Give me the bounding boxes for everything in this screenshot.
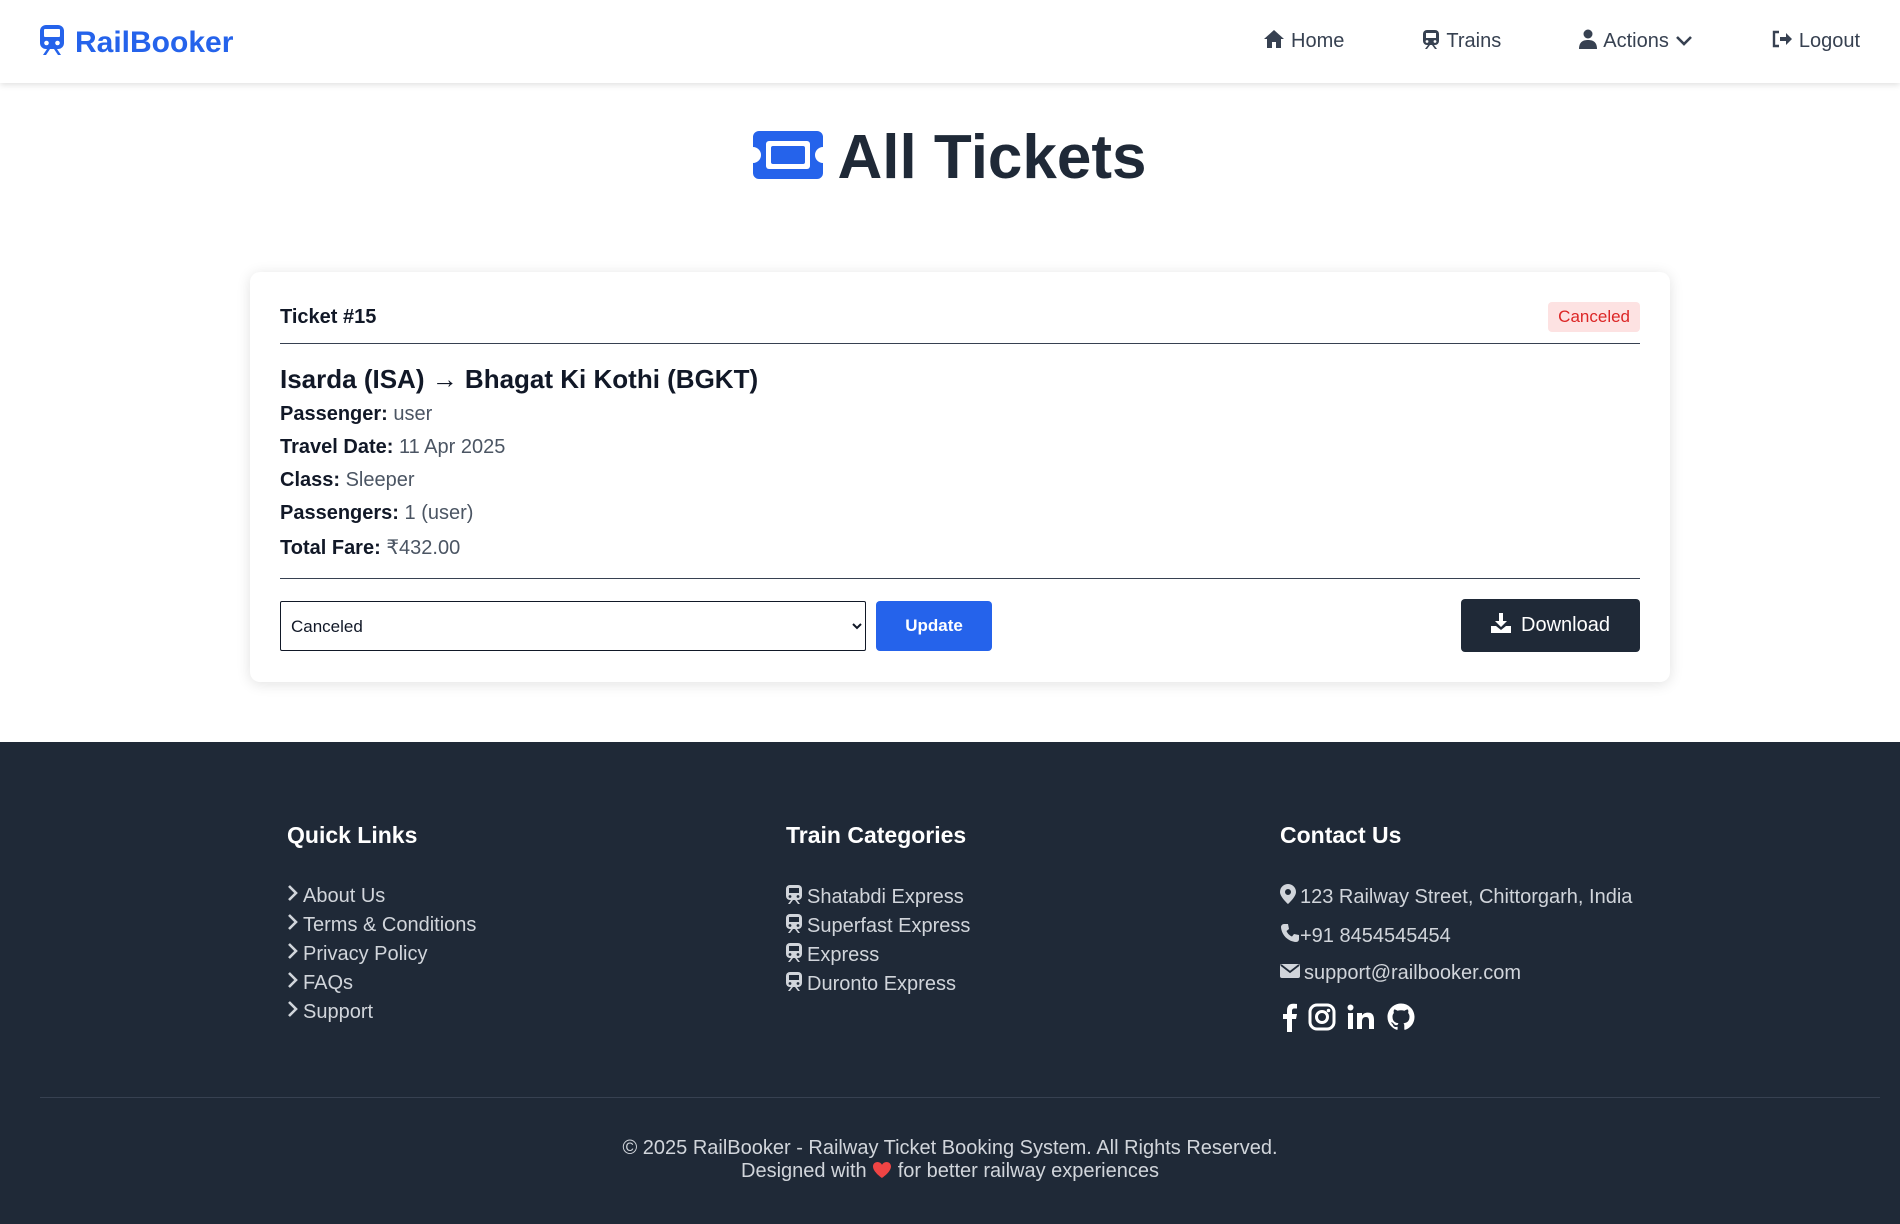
ticket-route: Isarda (ISA) → Bhagat Ki Kothi (BGKT) [280,364,759,394]
nav-trains[interactable]: Trains [1422,29,1501,55]
page-title: All Tickets [0,122,1900,193]
category-express[interactable]: Express [785,942,879,968]
ticket-icon [753,131,824,184]
download-button[interactable]: Download [1461,599,1640,652]
update-button[interactable]: Update [876,601,992,651]
nav-actions-label: Actions [1603,30,1669,52]
designed-with-pre: Designed with [741,1160,867,1182]
detail-passenger: Passenger: user [280,403,432,426]
quick-link-label: Privacy Policy [303,942,428,965]
nav-actions-dropdown[interactable]: Actions [1579,29,1693,55]
logout-icon [1771,30,1793,54]
train-icon [39,24,65,61]
detail-travel-date: Travel Date: 11 Apr 2025 [280,436,505,459]
contact-email-text: support@railbooker.com [1304,962,1522,984]
footer-divider [40,1097,1880,1098]
detail-total-fare: Total Fare: ₹432.00 [280,535,460,560]
quick-link-terms[interactable]: Terms & Conditions [287,913,476,937]
contact-email[interactable]: support@railbooker.com [1280,962,1521,985]
detail-passengers: Passengers: 1 (user) [280,502,473,525]
quick-link-support[interactable]: Support [287,1000,373,1024]
social-links [1280,1002,1416,1032]
designed-with-post: for better railway experiences [897,1160,1159,1182]
quick-links-heading: Quick Links [287,822,418,848]
detail-value: 1 (user) [404,502,474,524]
status-badge: Canceled [1548,302,1640,332]
chevron-right-icon [287,1000,299,1024]
quick-link-about[interactable]: About Us [287,884,385,908]
category-shatabdi[interactable]: Shatabdi Express [785,884,964,910]
designed-with-line: Designed with for better railway experie… [0,1160,1900,1183]
nav-home-label: Home [1291,30,1345,52]
phone-icon [1280,923,1300,949]
chevron-right-icon [287,884,299,908]
chevron-right-icon [287,971,299,995]
copyright-line: © 2025 RailBooker - Railway Ticket Booki… [622,1137,1278,1159]
train-icon [785,913,803,939]
chevron-right-icon [287,913,299,937]
heart-icon [872,1160,892,1182]
category-superfast[interactable]: Superfast Express [785,913,970,939]
quick-link-label: Terms & Conditions [303,913,477,936]
quick-link-faqs[interactable]: FAQs [287,971,353,995]
instagram-icon[interactable] [1308,1002,1336,1032]
copyright: © 2025 RailBooker - Railway Ticket Booki… [0,1137,1900,1183]
page-title-text: All Tickets [837,123,1147,192]
user-icon [1579,29,1598,55]
nav-home[interactable]: Home [1263,29,1344,55]
map-pin-icon [1280,884,1296,910]
ticket-card: Ticket #15 Canceled Isarda (ISA) → Bhaga… [250,272,1670,682]
chevron-right-icon [287,942,299,966]
train-icon [1422,29,1440,55]
contact-address: 123 Railway Street, Chittorgarh, India [1280,884,1632,910]
card-footer-divider [280,578,1640,579]
quick-link-label: About Us [303,884,386,907]
quick-link-label: FAQs [303,971,354,994]
contact-phone-text: +91 8454545454 [1300,924,1451,947]
nav-logout-label: Logout [1798,30,1860,52]
train-icon [785,884,803,910]
nav-trains-label: Trains [1446,30,1502,52]
nav-logout[interactable]: Logout [1771,30,1860,54]
chevron-down-icon [1675,30,1693,53]
category-label: Duronto Express [807,972,956,995]
category-duronto[interactable]: Duronto Express [785,971,956,997]
contact-address-text: 123 Railway Street, Chittorgarh, India [1300,885,1633,908]
navbar: RailBooker Home Trains Actions Logout [0,0,1900,83]
train-categories-heading: Train Categories [786,822,967,848]
detail-label: Travel Date: [280,436,394,458]
facebook-icon[interactable] [1280,1002,1298,1032]
category-label: Superfast Express [807,914,971,937]
category-label: Express [807,943,880,966]
download-label: Download [1521,614,1610,636]
detail-label: Total Fare: [280,537,381,559]
quick-link-label: Support [303,1000,374,1023]
contact-heading: Contact Us [1280,822,1402,848]
detail-value: 11 Apr 2025 [398,436,506,458]
contact-phone[interactable]: +91 8454545454 [1280,923,1451,949]
download-icon [1491,612,1512,639]
detail-label: Passenger: [280,403,388,425]
home-icon [1263,29,1285,55]
brand-name: RailBooker [75,25,234,59]
train-icon [785,971,803,997]
envelope-icon [1280,962,1300,985]
detail-value: user [393,403,433,425]
brand[interactable]: RailBooker [39,24,233,61]
status-select[interactable]: Canceled [280,601,866,651]
detail-value: ₹432.00 [386,537,461,559]
category-label: Shatabdi Express [807,885,964,908]
detail-class: Class: Sleeper [280,469,415,492]
linkedin-icon[interactable] [1346,1002,1376,1032]
ticket-id: Ticket #15 [280,306,377,328]
detail-label: Passengers: [280,502,399,524]
nav-links: Home Trains Actions Logout [1263,0,1860,83]
quick-link-privacy[interactable]: Privacy Policy [287,942,427,966]
github-icon[interactable] [1386,1002,1416,1032]
footer: Quick Links About Us Terms & Conditions … [0,742,1900,1224]
card-header-divider [280,343,1640,344]
train-icon [785,942,803,968]
detail-label: Class: [280,469,341,491]
detail-value: Sleeper [345,469,415,491]
